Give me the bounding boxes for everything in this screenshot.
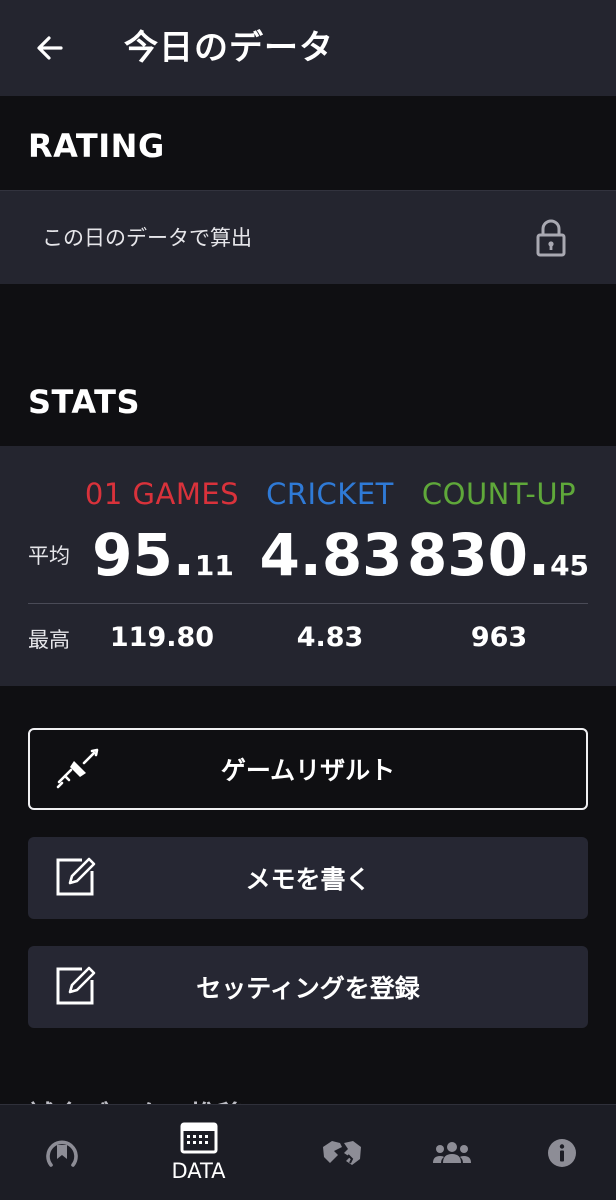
average-label: 平均 xyxy=(28,544,70,568)
edit-icon xyxy=(56,857,96,896)
col-header-01-games: 01 GAMES xyxy=(84,477,240,511)
nav-item-data[interactable]: DATA xyxy=(137,1105,260,1200)
handshake-icon xyxy=(322,1141,361,1165)
info-icon xyxy=(547,1139,576,1167)
calendar-icon xyxy=(180,1122,217,1154)
edit-icon xyxy=(56,966,96,1005)
avg-cricket: 4.83 xyxy=(236,520,426,590)
nav-label-data: DATA xyxy=(171,1159,226,1183)
avg-01-games: 95.11 xyxy=(68,520,258,590)
stats-section-title: STATS xyxy=(28,383,141,421)
max-count-up: 963 xyxy=(470,622,528,653)
register-setting-button[interactable]: セッティングを登録 xyxy=(28,946,588,1028)
avg-count-up: 830.45 xyxy=(403,520,593,590)
register-setting-label: セッティングを登録 xyxy=(196,974,420,1003)
game-result-label: ゲームリザルト xyxy=(220,756,396,785)
nav-item-versus[interactable] xyxy=(280,1105,403,1200)
avg-01-games-dec: 11 xyxy=(194,549,234,582)
write-memo-label: メモを書く xyxy=(245,865,371,894)
nav-item-friends[interactable] xyxy=(390,1105,513,1200)
back-arrow-icon xyxy=(37,36,63,60)
back-button[interactable] xyxy=(30,28,70,68)
max-label: 最高 xyxy=(28,628,70,652)
rating-label: この日のデータで算出 xyxy=(42,226,252,250)
dart-icon xyxy=(56,748,99,789)
game-result-button[interactable]: ゲームリザルト xyxy=(28,728,588,810)
rating-row[interactable]: この日のデータで算出 xyxy=(0,190,616,284)
header-bar: 今日のデータ xyxy=(0,0,616,96)
nav-item-info[interactable] xyxy=(500,1105,616,1200)
avg-cricket-int: 4.83 xyxy=(259,521,403,589)
page-title: 今日のデータ xyxy=(124,28,334,68)
write-memo-button[interactable]: メモを書く xyxy=(28,837,588,919)
avg-01-games-int: 95. xyxy=(92,521,195,589)
avg-count-up-int: 830. xyxy=(406,521,551,589)
max-cricket: 4.83 xyxy=(296,622,364,653)
lock-icon xyxy=(536,219,566,257)
avg-count-up-dec: 45 xyxy=(550,549,590,582)
nav-item-home[interactable] xyxy=(0,1105,123,1200)
app-root: 今日のデータ RATING この日のデータで算出 STATS 01 GAMES … xyxy=(0,0,616,1200)
max-01-games: 119.80 xyxy=(109,622,215,653)
col-header-count-up: COUNT-UP xyxy=(421,477,577,511)
stats-divider xyxy=(28,603,588,604)
bottom-nav: DATA xyxy=(0,1104,616,1200)
group-icon xyxy=(432,1142,471,1163)
bookmark-ring-icon xyxy=(45,1140,78,1167)
rating-section-title: RATING xyxy=(28,127,165,165)
stats-panel: 01 GAMES CRICKET COUNT-UP 平均 95.11 4.83 … xyxy=(0,446,616,686)
col-header-cricket: CRICKET xyxy=(266,477,394,511)
